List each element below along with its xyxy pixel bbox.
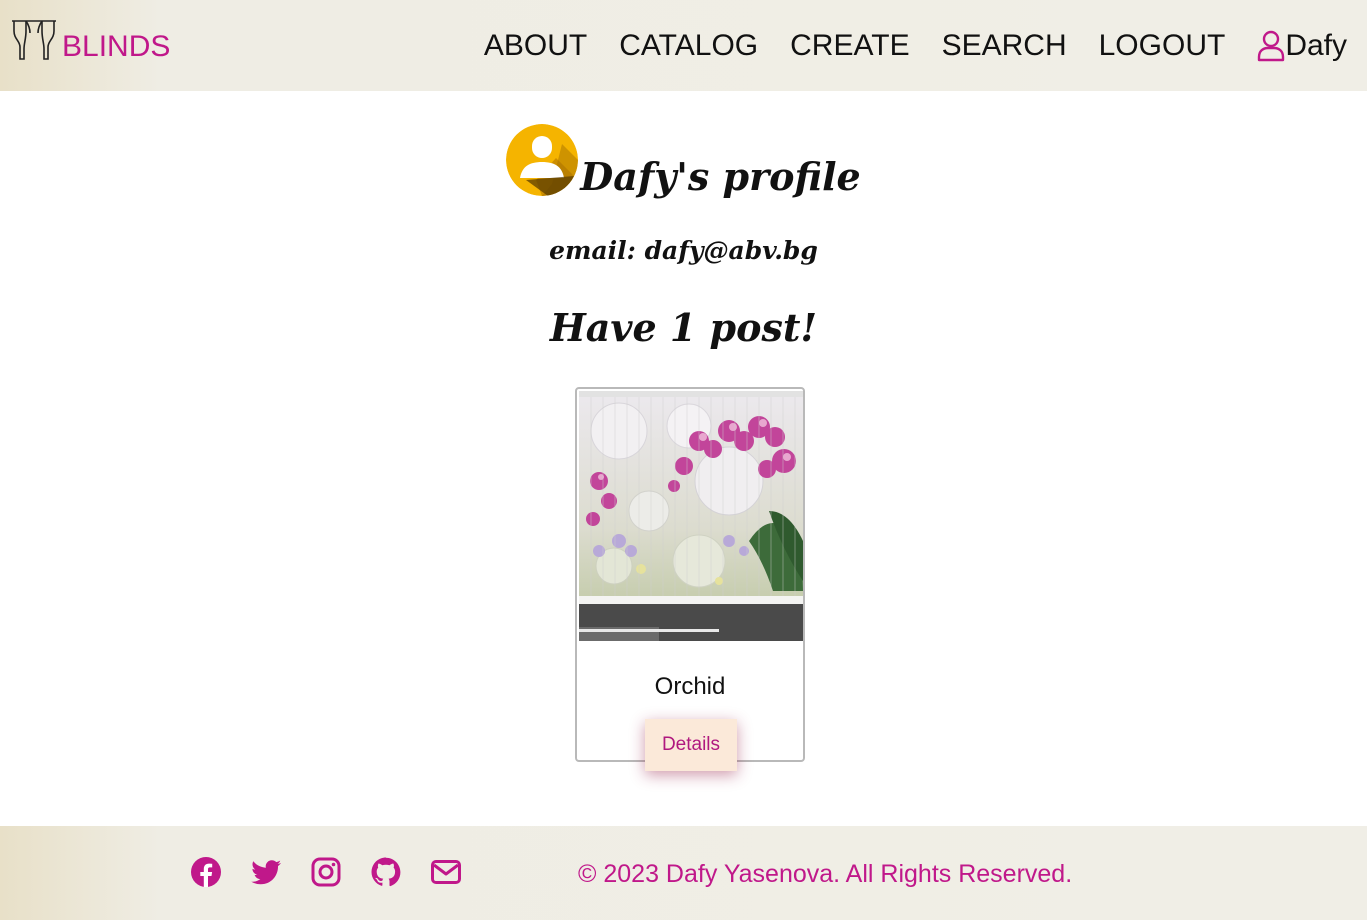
nav-create[interactable]: CREATE: [790, 28, 909, 64]
footer: © 2023 Dafy Yasenova. All Rights Reserve…: [0, 826, 1367, 920]
details-button[interactable]: Details: [645, 719, 737, 771]
nav-catalog[interactable]: CATALOG: [619, 28, 758, 64]
posts-count: Have 1 post!: [549, 305, 818, 350]
instagram-link[interactable]: [310, 856, 342, 888]
twitter-icon: [251, 860, 281, 885]
facebook-icon: [191, 857, 221, 887]
profile-link[interactable]: Dafy: [1257, 29, 1347, 63]
nav-logout[interactable]: LOGOUT: [1099, 28, 1226, 64]
email-link[interactable]: [430, 856, 462, 888]
post-title: Orchid: [654, 673, 726, 700]
username-label: Dafy: [1285, 29, 1347, 62]
orchid-blinds-photo: [579, 391, 803, 641]
twitter-link[interactable]: [250, 856, 282, 888]
facebook-link[interactable]: [190, 856, 222, 888]
github-icon: [371, 857, 401, 887]
logo-text: BLINDS: [62, 30, 171, 63]
profile-heading: Dafy's profile: [0, 124, 1367, 199]
copyright-text: © 2023 Dafy Yasenova. All Rights Reserve…: [578, 860, 1073, 888]
envelope-icon: [431, 860, 461, 884]
post-card: Orchid Details: [575, 387, 805, 771]
social-links: [190, 856, 490, 888]
nav-search[interactable]: SEARCH: [942, 28, 1067, 64]
logo-link[interactable]: BLINDS: [10, 18, 170, 64]
main-nav: ABOUT CATALOG CREATE SEARCH LOGOUT Dafy: [452, 28, 1347, 64]
user-avatar-icon: [506, 124, 579, 196]
user-icon: [1258, 30, 1285, 62]
top-navbar: BLINDS ABOUT CATALOG CREATE SEARCH LOGOU…: [0, 0, 1367, 91]
profile-email: email: dafy@abv.bg: [549, 236, 818, 265]
instagram-icon: [311, 857, 341, 887]
nav-about[interactable]: ABOUT: [484, 28, 587, 64]
profile-title: Dafy's profile: [580, 154, 861, 199]
curtains-icon: [12, 20, 56, 60]
github-link[interactable]: [370, 856, 402, 888]
